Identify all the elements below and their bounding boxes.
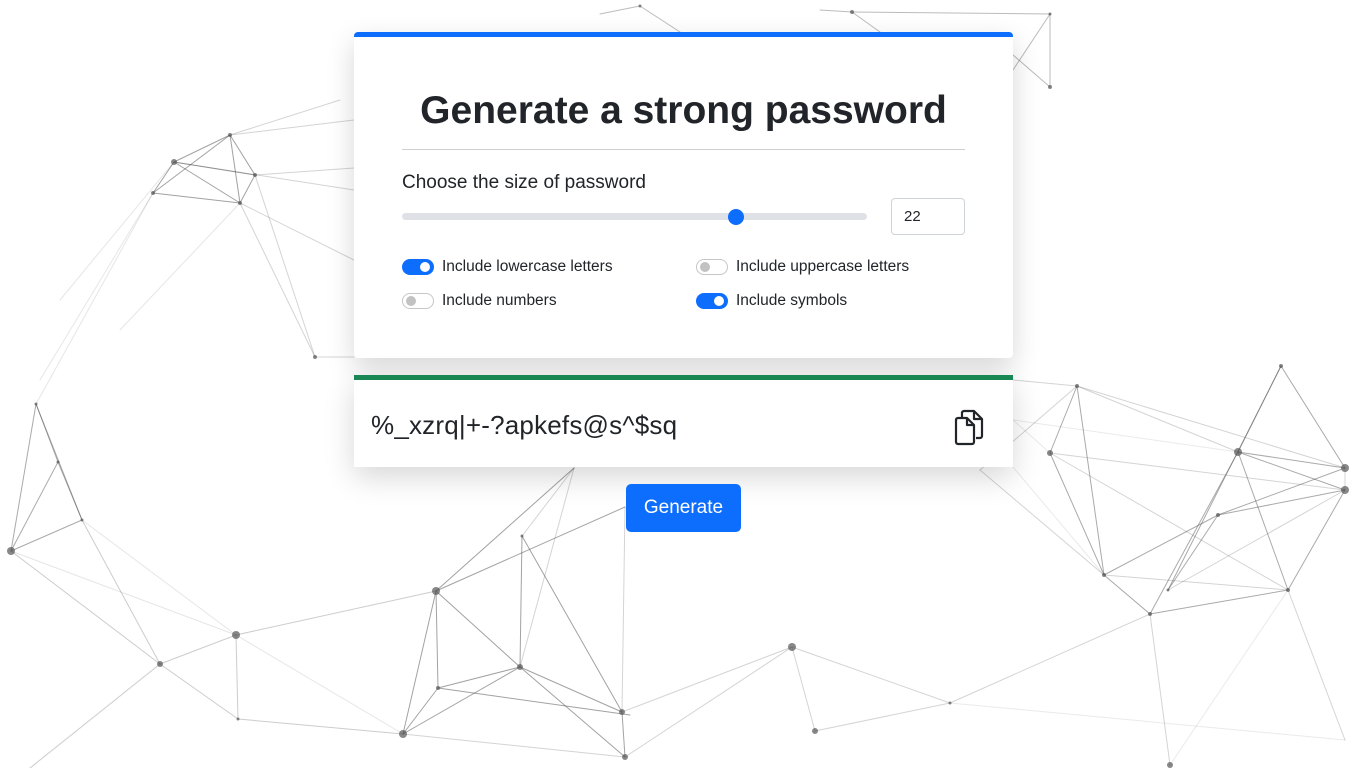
password-size-label: Choose the size of password — [402, 172, 646, 193]
numbers-label: Include numbers — [442, 292, 557, 309]
page-title: Generate a strong password — [420, 89, 947, 132]
lowercase-label: Include lowercase letters — [442, 258, 613, 275]
numbers-option[interactable]: Include numbers — [402, 291, 557, 311]
slider-track — [402, 213, 867, 220]
password-settings-card: Generate a strong password Choose the si… — [354, 32, 1013, 358]
uppercase-option[interactable]: Include uppercase letters — [696, 257, 909, 277]
title-divider — [402, 149, 965, 150]
toggle-knob — [700, 262, 710, 272]
generate-button[interactable]: Generate — [626, 484, 741, 532]
generated-password: %_xzrq|+-?apkefs@s^$sq — [371, 410, 678, 440]
uppercase-toggle[interactable] — [696, 259, 728, 275]
symbols-option[interactable]: Include symbols — [696, 291, 847, 311]
password-size-input[interactable] — [891, 198, 965, 235]
symbols-toggle[interactable] — [696, 293, 728, 309]
slider-thumb[interactable] — [727, 209, 744, 225]
copy-button[interactable] — [952, 408, 988, 446]
password-result-card: %_xzrq|+-?apkefs@s^$sq — [354, 375, 1013, 467]
uppercase-label: Include uppercase letters — [736, 258, 910, 275]
copy-icon — [954, 409, 984, 446]
symbols-label: Include symbols — [736, 292, 848, 309]
toggle-knob — [714, 296, 724, 306]
lowercase-toggle[interactable] — [402, 259, 434, 275]
numbers-toggle[interactable] — [402, 293, 434, 309]
toggle-knob — [406, 296, 416, 306]
lowercase-option[interactable]: Include lowercase letters — [402, 257, 613, 277]
toggle-knob — [420, 262, 430, 272]
password-size-slider[interactable] — [402, 204, 867, 228]
